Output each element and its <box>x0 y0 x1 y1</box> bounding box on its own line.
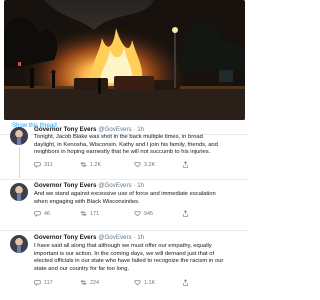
share-button[interactable] <box>182 161 189 168</box>
like-count: 3.2K <box>144 161 156 168</box>
tweet-time[interactable]: 1h <box>137 126 144 133</box>
tweet-text-line: Tonight, Jacob Blake was shot in the bac… <box>34 134 203 140</box>
retweet-count: 1.2K <box>90 161 102 168</box>
like-icon <box>134 211 141 217</box>
tweet-time[interactable]: 1h <box>137 182 144 189</box>
reply-icon <box>34 162 41 168</box>
retweet-button[interactable]: 1.2K <box>80 161 101 168</box>
tweet-header: Governor Tony Evers @GovEvers · 1h <box>34 182 144 189</box>
reply-count: 46 <box>44 210 50 217</box>
share-icon <box>183 279 188 286</box>
retweet-icon <box>80 161 87 168</box>
like-icon <box>134 162 141 168</box>
like-icon <box>134 280 141 286</box>
retweet-icon <box>80 210 87 217</box>
like-count: 1.1K <box>144 279 156 286</box>
like-button[interactable]: 1.1K <box>134 279 155 286</box>
author-name[interactable]: Governor Tony Evers <box>34 234 96 241</box>
tweet-text: Tonight, Jacob Blake was shot in the bac… <box>34 134 234 157</box>
author-name[interactable]: Governor Tony Evers <box>34 182 96 189</box>
share-button[interactable] <box>182 210 189 217</box>
author-handle[interactable]: @GovEvers <box>98 234 131 241</box>
separator-dot: · <box>133 182 136 189</box>
reply-count: 311 <box>44 161 53 168</box>
tweet-text: And we stand against excessive use of fo… <box>34 191 234 206</box>
reply-icon <box>34 280 41 286</box>
tweet-photo[interactable] <box>4 0 245 120</box>
share-icon <box>183 210 188 217</box>
author-handle[interactable]: @GovEvers <box>98 182 131 189</box>
separator-dot: · <box>133 126 136 133</box>
tweet-text-line: daylight, in Kenosha, Wisconsin. Kathy a… <box>34 141 218 148</box>
tweet-actions: 46 171 945 <box>34 210 234 218</box>
tweet-text-line: state and our country for far too long. <box>34 265 130 272</box>
tweet-3[interactable]: Governor Tony Evers @GovEvers · 1h I hav… <box>0 233 249 300</box>
reply-button[interactable]: 46 <box>34 210 50 217</box>
reply-button[interactable]: 117 <box>34 279 53 286</box>
reply-icon <box>34 211 41 217</box>
retweet-count: 171 <box>90 210 99 217</box>
avatar[interactable] <box>10 235 28 253</box>
like-count: 945 <box>144 210 153 217</box>
tweet-text-line: important is our action. In the coming d… <box>34 250 215 257</box>
reply-count: 117 <box>44 279 53 286</box>
reply-button[interactable]: 311 <box>34 161 53 168</box>
retweet-icon <box>80 279 87 286</box>
tweet-time[interactable]: 1h <box>137 234 144 241</box>
tweet-text-line: And we stand against excessive use of fo… <box>34 191 216 197</box>
retweet-button[interactable]: 171 <box>80 210 99 217</box>
like-button[interactable]: 945 <box>134 210 153 217</box>
tweet-text-line: I have said all along that although we m… <box>34 243 212 249</box>
share-button[interactable] <box>182 279 189 286</box>
separator-dot: · <box>133 234 136 241</box>
author-handle[interactable]: @GovEvers <box>98 126 131 133</box>
tweet-2[interactable]: Governor Tony Evers @GovEvers · 1h And w… <box>0 181 249 231</box>
author-name[interactable]: Governor Tony Evers <box>34 126 96 133</box>
tweet-text-line: when engaging with Black Wisconsinites. <box>34 198 140 205</box>
tweet-header: Governor Tony Evers @GovEvers · 1h <box>34 126 144 133</box>
fire-scene-image <box>4 0 245 120</box>
divider <box>0 179 249 180</box>
share-icon <box>183 161 188 168</box>
avatar[interactable] <box>10 183 28 201</box>
tweet-actions: 117 224 1.1K <box>34 279 234 287</box>
retweet-button[interactable]: 224 <box>80 279 99 286</box>
like-button[interactable]: 3.2K <box>134 161 155 168</box>
tweet-text-line: elected officials in our state who have … <box>34 258 224 265</box>
thread-line <box>18 148 20 178</box>
tweet-header: Governor Tony Evers @GovEvers · 1h <box>34 234 144 241</box>
avatar[interactable] <box>10 127 28 145</box>
tweet-actions: 311 1.2K 3.2K <box>34 161 234 169</box>
divider <box>0 230 249 231</box>
retweet-count: 224 <box>90 279 99 286</box>
tweet-text: I have said all along that although we m… <box>34 243 234 273</box>
tweet-text-line: neighbors in hoping earnestly that he wi… <box>34 149 211 156</box>
tweet-1[interactable]: Governor Tony Evers @GovEvers · 1h Tonig… <box>0 124 249 178</box>
